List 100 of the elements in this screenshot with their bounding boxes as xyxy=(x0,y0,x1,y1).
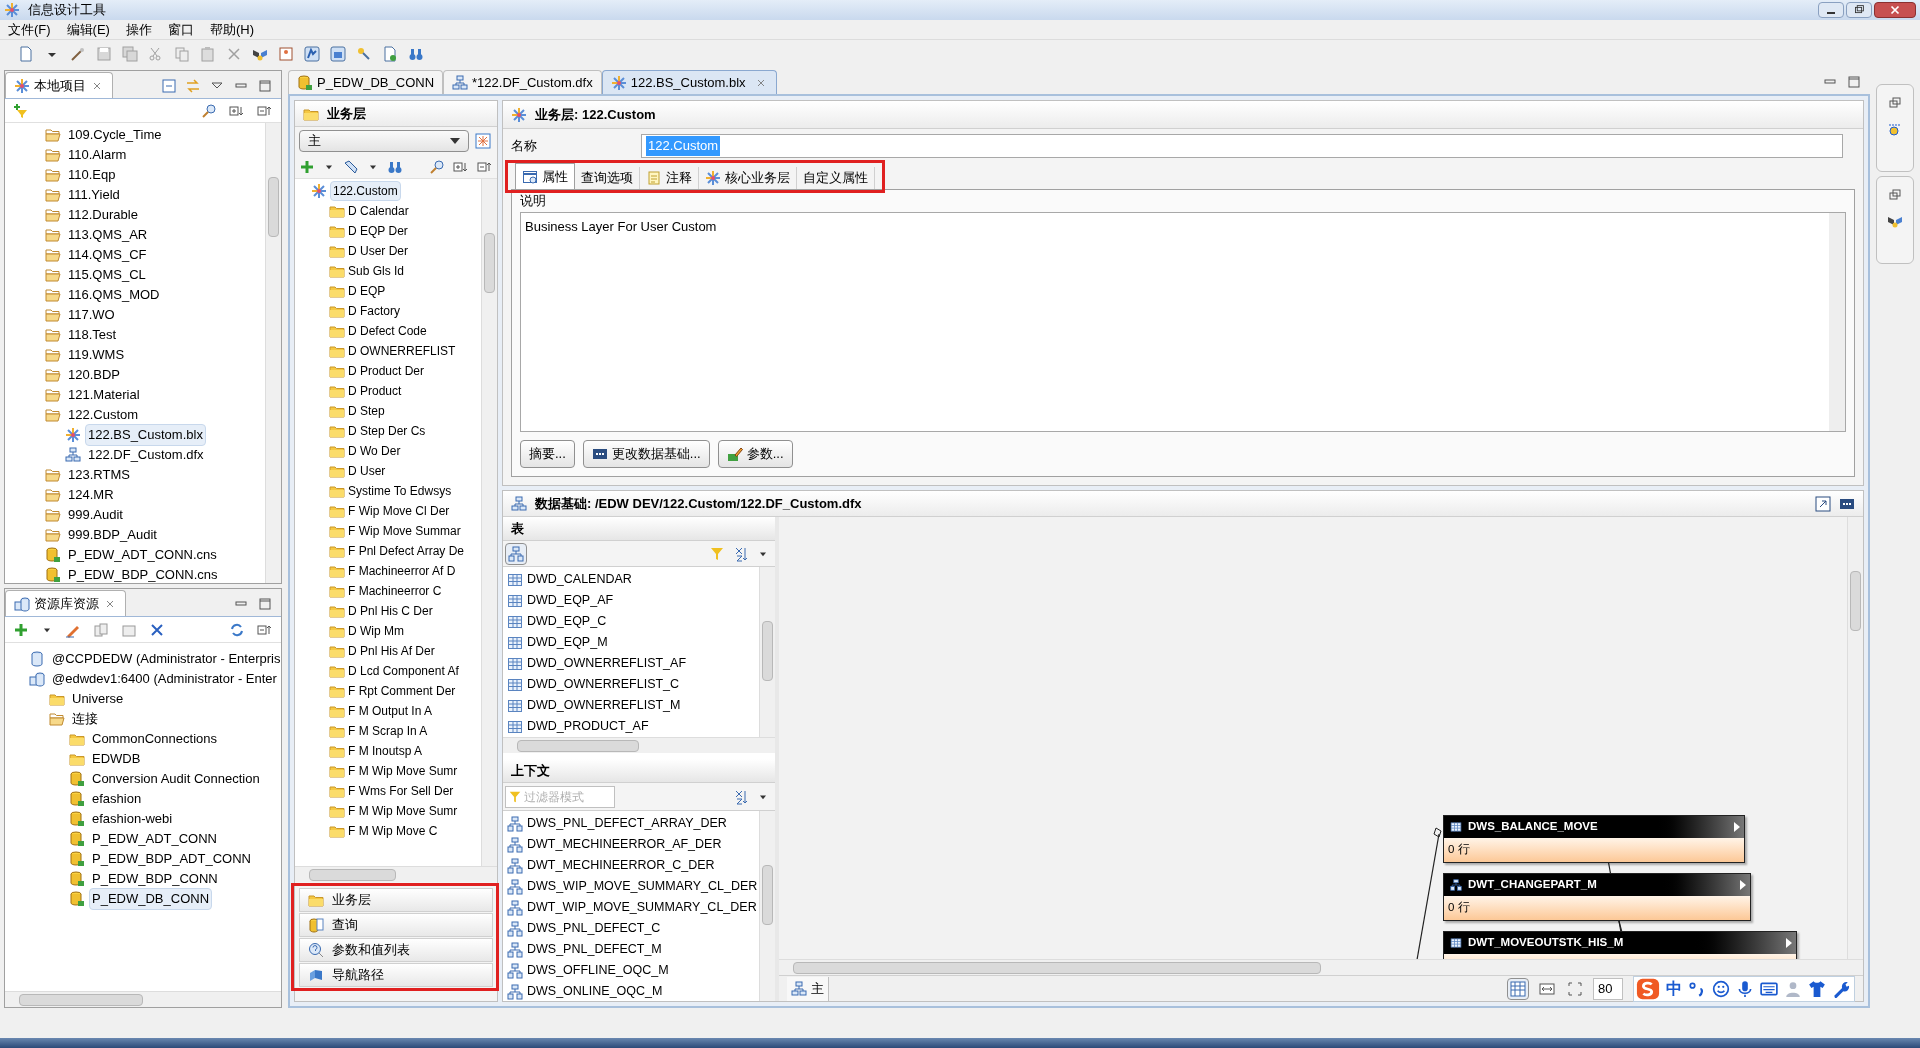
tree-item[interactable]: P_EDW_ADT_CONN.cns xyxy=(65,544,220,566)
filter-field[interactable]: 过滤器模式 xyxy=(505,785,615,808)
context-item[interactable]: DWT_MECHINEERROR_C_DER xyxy=(527,856,715,875)
sync-icon[interactable] xyxy=(185,78,201,94)
maximize-icon[interactable] xyxy=(1846,74,1862,90)
tree-item[interactable]: F Rpt Comment Der xyxy=(348,682,456,700)
tree-item[interactable]: 123.RTMS xyxy=(65,464,133,486)
tree-item[interactable]: F Pnl Defect Array De xyxy=(348,542,465,560)
tree-item[interactable]: D EQP xyxy=(348,282,386,300)
zoom-field[interactable]: 80 xyxy=(1593,977,1623,1000)
context-item[interactable]: DWS_PNL_DEFECT_C xyxy=(527,919,661,938)
editor-tab[interactable]: P_EDW_DB_CONN xyxy=(288,70,444,94)
tree-item[interactable]: F Machineerror Af D xyxy=(348,562,456,580)
tree-item[interactable]: F M Wip Move C xyxy=(348,822,438,840)
dialog-button[interactable]: 参数... xyxy=(717,440,793,468)
tree-item[interactable]: D Calendar xyxy=(348,202,409,220)
tree-item[interactable]: 999.Audit xyxy=(65,504,126,526)
tree-item[interactable]: 122.BS_Custom.blx xyxy=(85,424,206,446)
tree-item[interactable]: 124.MR xyxy=(65,484,117,506)
search-icon[interactable] xyxy=(201,102,217,119)
tree-item[interactable]: D Pnl His Af Der xyxy=(348,642,435,660)
nav-button[interactable]: 业务层 xyxy=(299,888,493,912)
tree-item[interactable]: efashion-webi xyxy=(89,808,176,830)
tree-item[interactable]: F M Inoutsp A xyxy=(348,742,423,760)
maximize-icon[interactable] xyxy=(257,78,273,94)
grid-icon[interactable] xyxy=(1507,977,1529,1000)
tree-item[interactable]: P_EDW_ADT_CONN xyxy=(89,828,220,850)
property-tab[interactable]: 属性 xyxy=(515,163,575,189)
context-item[interactable]: DWT_WIP_MOVE_SUMMARY_CL_DER xyxy=(527,898,757,917)
editor-tab[interactable]: *122.DF_Custom.dfx xyxy=(443,70,602,94)
layer-settings-icon[interactable] xyxy=(473,131,493,151)
tree-item[interactable]: Systime To Edwsys xyxy=(348,482,452,500)
restore-button[interactable] xyxy=(1846,2,1872,18)
smiley-icon[interactable] xyxy=(1712,979,1730,998)
menu-item[interactable]: 窗口 xyxy=(167,19,194,40)
sort-icon[interactable] xyxy=(733,788,749,805)
tree-item[interactable]: F M Scrap In A xyxy=(348,722,428,740)
tree-item[interactable]: D Factory xyxy=(348,302,400,320)
dialog-button[interactable]: 更改数据基础... xyxy=(582,440,710,468)
description-field[interactable]: Business Layer For User Custom xyxy=(520,212,1846,432)
refresh-icon[interactable] xyxy=(229,621,245,638)
tree-item[interactable]: 999.BDP_Audit xyxy=(65,524,160,546)
tree-item[interactable]: @CCPDEDW (Administrator - Enterpris xyxy=(49,648,281,670)
dialog-button[interactable]: 摘要... xyxy=(520,440,575,468)
table-item[interactable]: DWD_CALENDAR xyxy=(527,570,632,589)
tree-item[interactable]: D Pnl His C Der xyxy=(348,602,433,620)
context-item[interactable]: DWS_PNL_DEFECT_ARRAY_DER xyxy=(527,814,727,833)
restore-icon[interactable] xyxy=(1887,95,1903,111)
scrollbar[interactable] xyxy=(1847,517,1863,959)
context-item[interactable]: DWS_WIP_MOVE_SUMMARY_CL_DER xyxy=(527,877,758,896)
tree-item[interactable]: P_EDW_BDP_ADT_CONN xyxy=(89,848,254,870)
expand-arrow-icon[interactable] xyxy=(1740,880,1746,890)
tree-item[interactable]: 122.Custom xyxy=(330,181,401,201)
context-item[interactable]: DWS_PNL_DEFECT_M xyxy=(527,940,662,959)
tree-item[interactable]: 119.WMS xyxy=(65,344,128,366)
expand-arrow-icon[interactable] xyxy=(1734,822,1740,832)
tree-item[interactable]: CommonConnections xyxy=(89,728,220,750)
tree-item[interactable]: P_EDW_BDP_CONN.cns xyxy=(65,564,221,583)
delete-icon[interactable] xyxy=(149,621,165,638)
save-icon[interactable] xyxy=(94,44,114,64)
scrollbar[interactable] xyxy=(265,123,281,583)
view-dropdown[interactable]: 主 xyxy=(299,130,469,152)
layout-icon[interactable] xyxy=(328,44,348,64)
tree-item[interactable]: F M Output In A xyxy=(348,702,433,720)
table-item[interactable]: DWD_OWNERREFLIST_AF xyxy=(527,654,687,673)
shirt-icon[interactable] xyxy=(1808,979,1826,998)
scrollbar[interactable] xyxy=(295,866,497,882)
table-node[interactable]: DWT_CHANGEPART_M 0 行 xyxy=(1443,873,1751,921)
tree-item[interactable]: 117.WO xyxy=(65,304,118,326)
user-icon[interactable] xyxy=(1784,979,1802,998)
project-icon[interactable] xyxy=(302,44,322,64)
table-item[interactable]: DWD_EQP_M xyxy=(527,633,608,652)
menu-item[interactable]: 帮助(H) xyxy=(209,19,254,40)
tree-item[interactable]: D Lcd Component Af xyxy=(348,662,459,680)
close-button[interactable] xyxy=(1874,2,1916,18)
collapse-icon[interactable] xyxy=(161,78,177,94)
menu-item[interactable]: 文件(F) xyxy=(8,19,51,40)
scrollbar[interactable] xyxy=(503,737,775,753)
tree-item[interactable]: D Product Der xyxy=(348,362,425,380)
tree-item[interactable]: F Machineerror C xyxy=(348,582,442,600)
context-item[interactable]: DWT_MECHINEERROR_AF_DER xyxy=(527,835,722,854)
context-item[interactable]: DWS_ONLINE_OQC_M xyxy=(527,982,663,1001)
menu-item[interactable]: 操作 xyxy=(125,19,152,40)
table-item[interactable]: DWD_OWNERREFLIST_C xyxy=(527,675,680,694)
scrollbar[interactable] xyxy=(5,991,281,1007)
tree-item[interactable]: 116.QMS_MOD xyxy=(65,284,163,306)
tree-item[interactable]: D Wip Mm xyxy=(348,622,404,640)
tree-item[interactable]: Conversion Audit Connection xyxy=(89,768,263,790)
scrollbar[interactable] xyxy=(779,959,1863,975)
add-filter-icon[interactable] xyxy=(13,102,29,119)
tree-item[interactable]: D User xyxy=(348,462,386,480)
tree-item[interactable]: Universe xyxy=(69,688,127,710)
tree-item[interactable]: F Wms For Sell Der xyxy=(348,782,454,800)
scrollbar[interactable] xyxy=(481,179,497,866)
editor-tab[interactable]: 122.BS_Custom.blx xyxy=(601,70,777,94)
tree-item[interactable]: 112.Durable xyxy=(65,204,141,226)
sort-icon[interactable] xyxy=(733,545,749,562)
table-node[interactable]: DWT_MOVEOUTSTK_HIS_M xyxy=(1443,931,1797,959)
context-item[interactable]: DWS_OFFLINE_OQC_M xyxy=(527,961,669,980)
tree-item[interactable]: P_EDW_DB_CONN xyxy=(89,888,213,910)
